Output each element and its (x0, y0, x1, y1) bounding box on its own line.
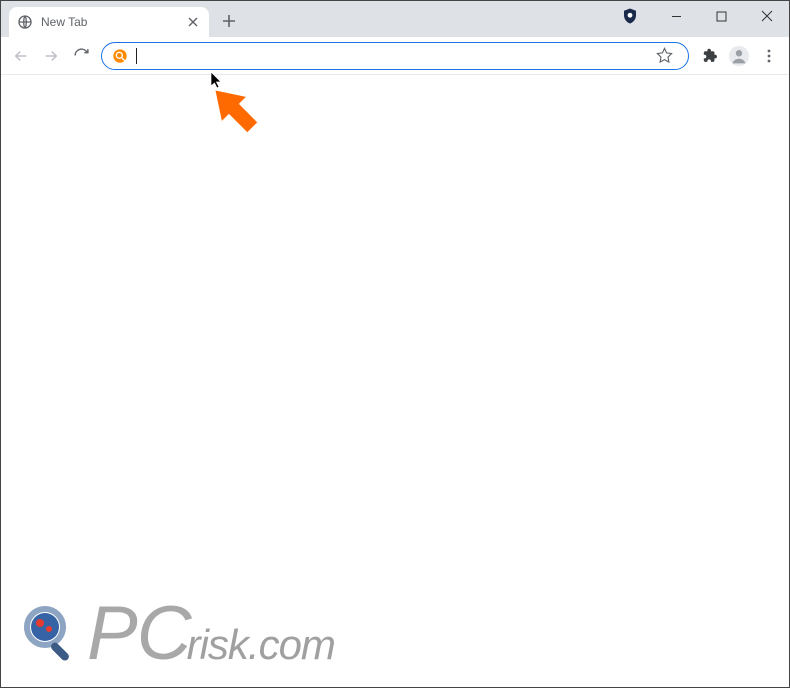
menu-button[interactable] (755, 42, 783, 70)
watermark-text: PCrisk.com (87, 590, 335, 677)
bookmark-star-button[interactable] (650, 42, 678, 70)
toolbar (1, 37, 789, 75)
watermark-brand-pc: PC (87, 590, 191, 677)
tab-title: New Tab (41, 15, 177, 29)
window-controls (654, 1, 789, 31)
profile-button[interactable] (725, 42, 753, 70)
close-tab-button[interactable] (185, 14, 201, 30)
new-tab-button[interactable] (215, 7, 243, 35)
watermark-brand-rest: risk.com (187, 621, 335, 669)
tab-active[interactable]: New Tab (9, 7, 209, 37)
shield-icon (621, 7, 639, 25)
globe-icon (17, 14, 33, 30)
watermark: PCrisk.com (19, 590, 335, 677)
forward-button[interactable] (37, 42, 65, 70)
back-button[interactable] (7, 42, 35, 70)
reload-button[interactable] (67, 42, 95, 70)
extensions-button[interactable] (695, 42, 723, 70)
browser-window: New Tab (1, 1, 789, 687)
text-caret (136, 48, 137, 64)
search-engine-icon (112, 48, 128, 64)
close-window-button[interactable] (744, 1, 789, 31)
titlebar: New Tab (1, 1, 789, 37)
url-input[interactable] (145, 48, 642, 64)
magnifier-icon (19, 603, 81, 665)
address-bar[interactable] (101, 42, 689, 70)
tab-strip: New Tab (1, 1, 243, 37)
maximize-button[interactable] (699, 1, 744, 31)
minimize-button[interactable] (654, 1, 699, 31)
